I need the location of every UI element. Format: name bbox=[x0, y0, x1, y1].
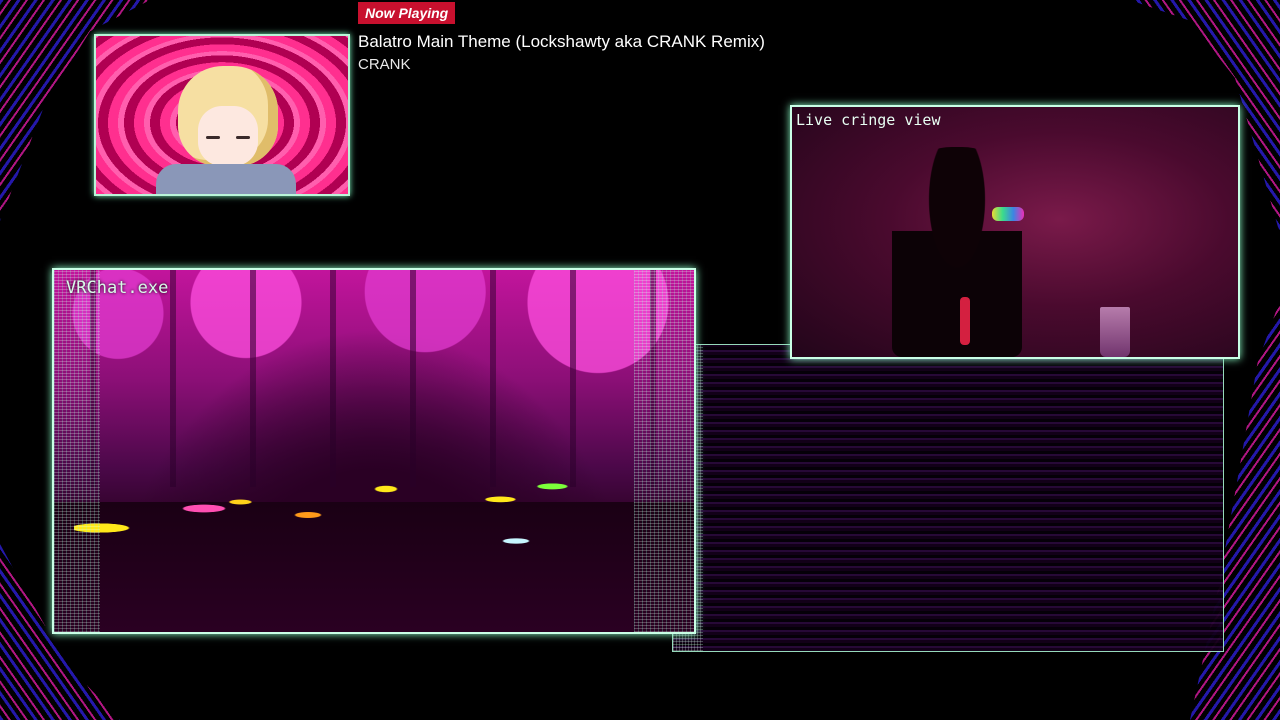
album-character-body bbox=[156, 164, 296, 194]
vr-scene-avatars bbox=[74, 450, 594, 580]
album-art bbox=[94, 34, 350, 196]
webcam-window-label: Live cringe view bbox=[796, 111, 941, 129]
now-playing-badge: Now Playing bbox=[358, 2, 456, 24]
track-title: Balatro Main Theme (Lockshawty aka CRANK… bbox=[358, 32, 765, 51]
webcam-window: Live cringe view bbox=[790, 105, 1240, 359]
album-character-eye-left bbox=[206, 136, 220, 139]
stream-overlay: Now Playing Balatro Main Theme (Lockshaw… bbox=[0, 0, 1280, 720]
glitch-panel bbox=[672, 344, 1224, 652]
webcam-person bbox=[892, 147, 1022, 357]
album-character-eye-right bbox=[236, 136, 250, 139]
vr-noise-right bbox=[634, 270, 694, 632]
webcam-cup bbox=[1100, 307, 1130, 357]
vr-noise-left bbox=[54, 270, 100, 632]
vrchat-window: VRChat.exe bbox=[52, 268, 696, 634]
vrchat-window-label: VRChat.exe bbox=[66, 278, 169, 298]
webcam-visor bbox=[992, 207, 1024, 221]
track-artist: CRANK bbox=[358, 56, 411, 73]
webcam-microphone bbox=[960, 297, 970, 345]
